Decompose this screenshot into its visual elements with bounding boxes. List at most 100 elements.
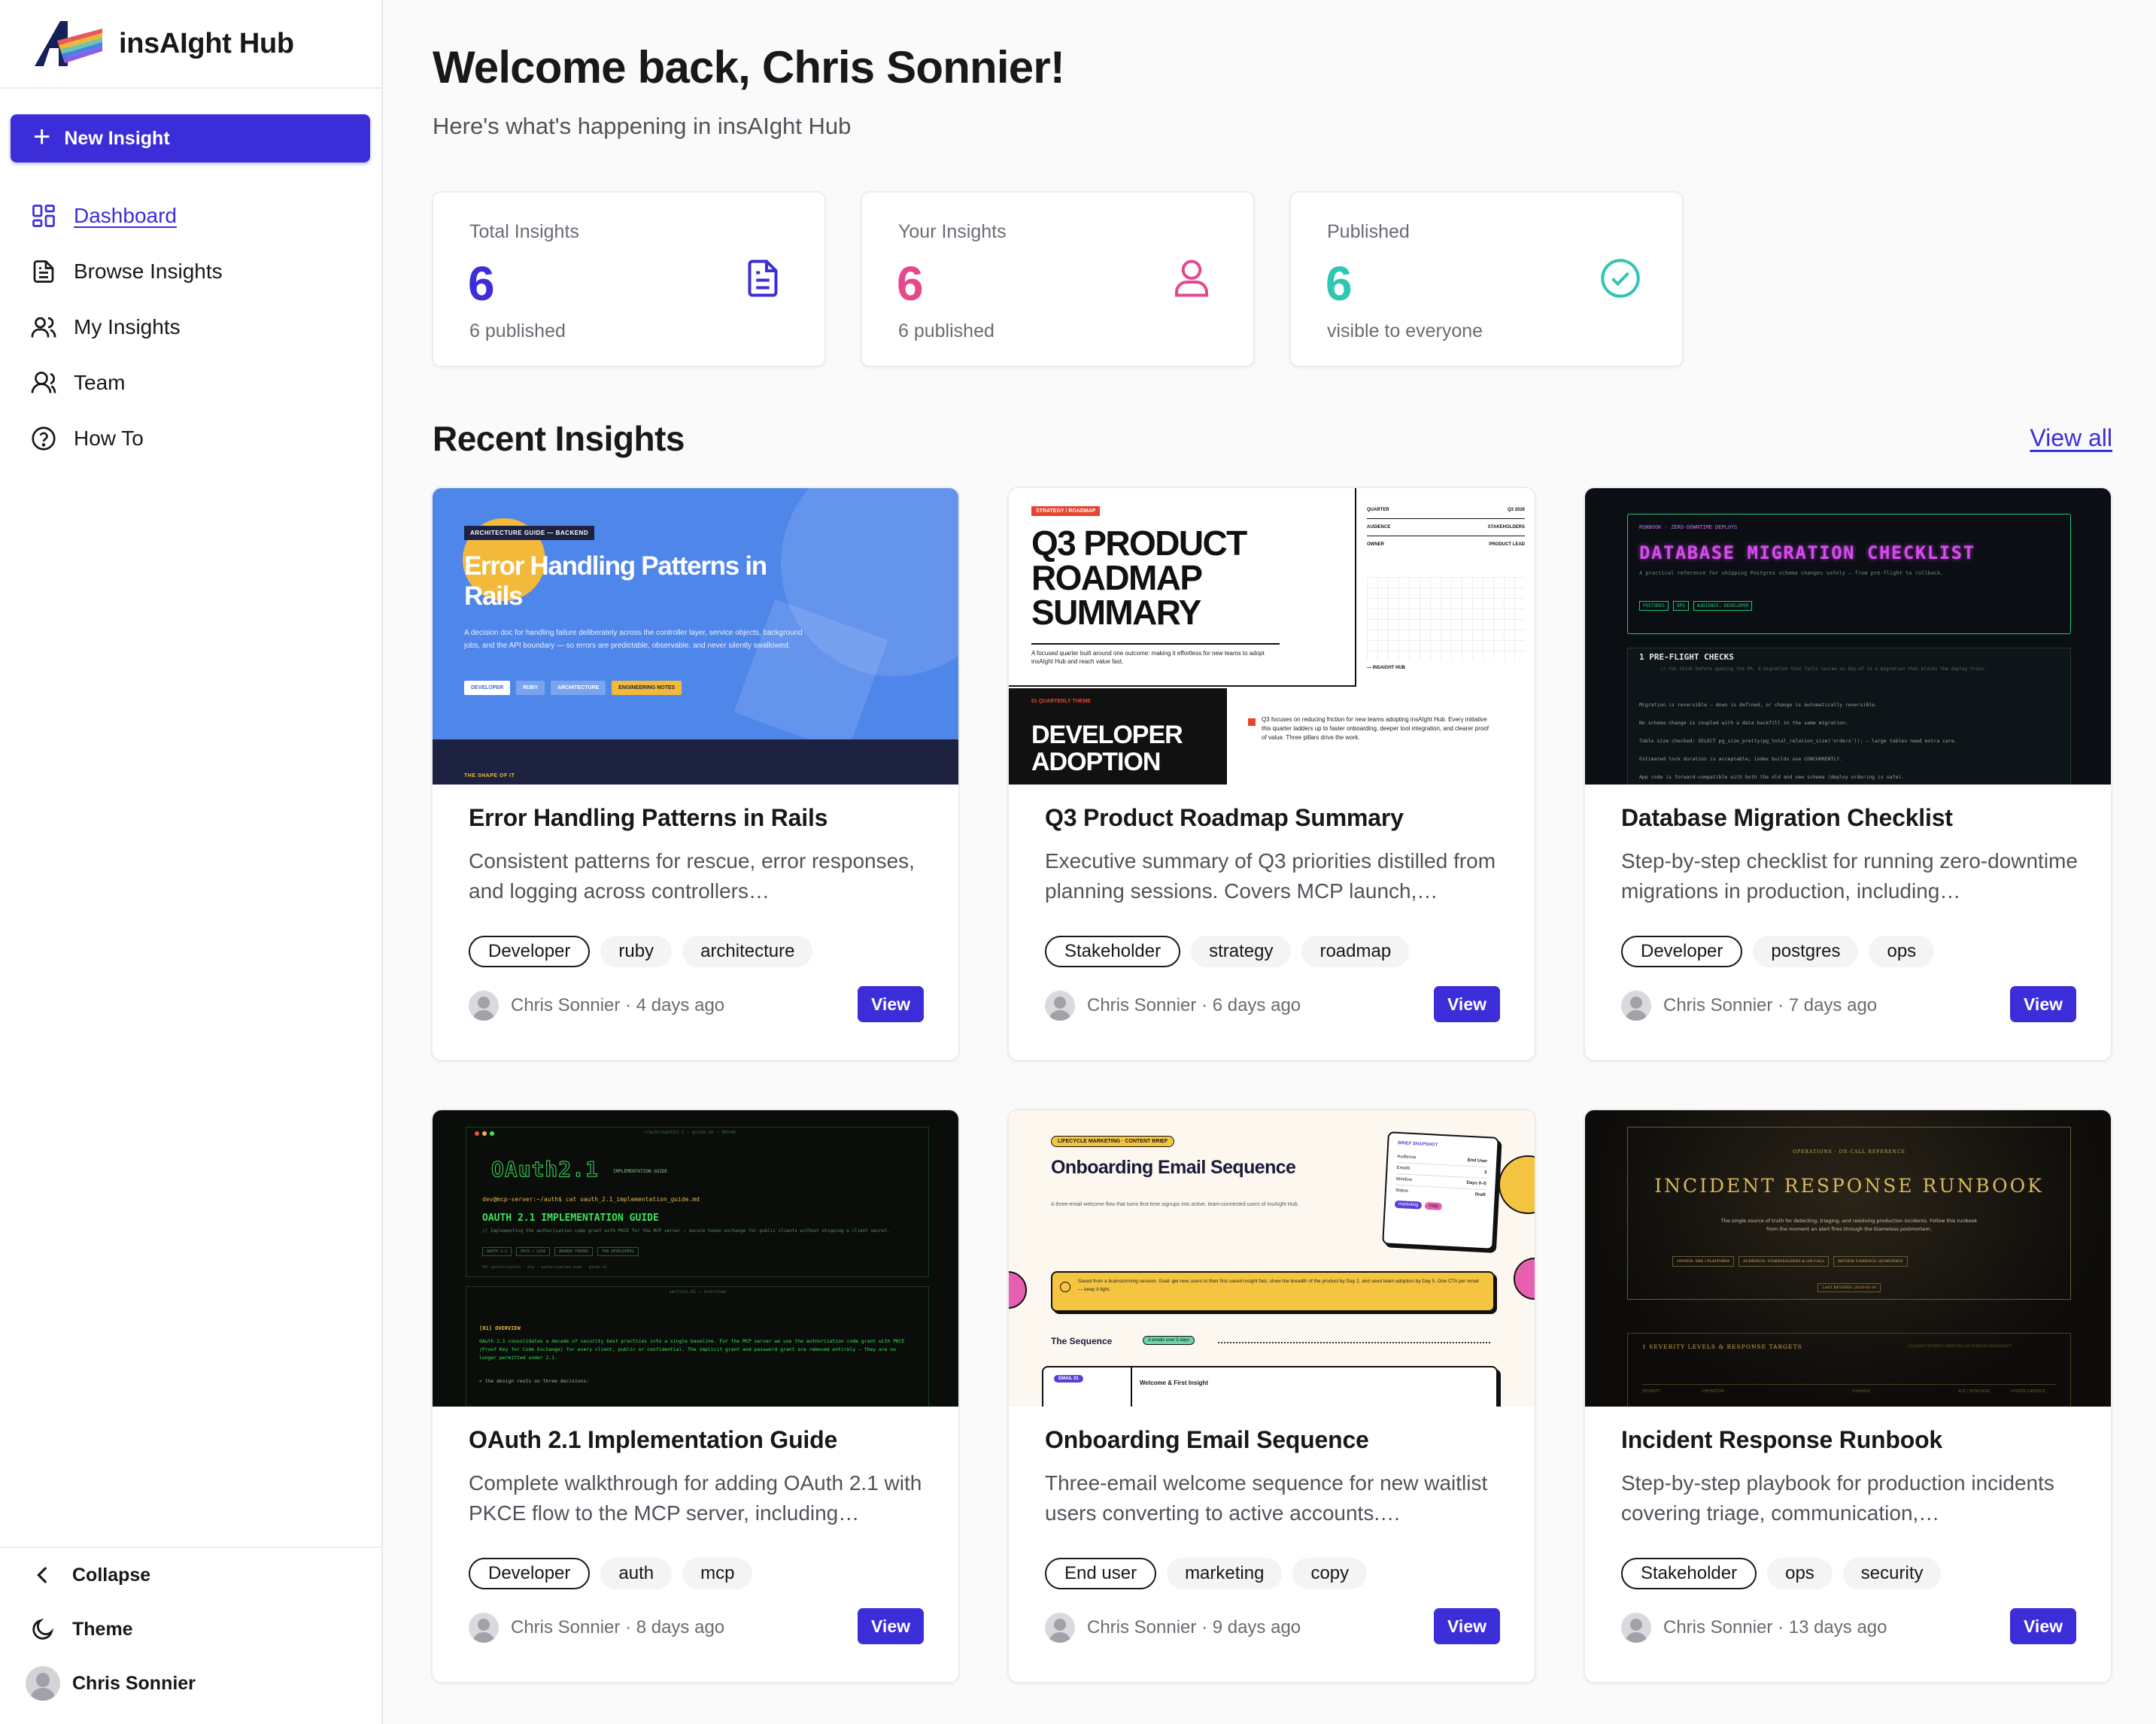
- insight-tags: Stakeholder strategy roadmap: [1045, 936, 1410, 967]
- insight-meta: Chris Sonnier · 13 days ago: [1621, 1613, 1887, 1643]
- tag[interactable]: postgres: [1753, 936, 1859, 967]
- thumb-panel-title: section.01 — overview: [669, 1289, 726, 1295]
- stat-value: 6: [468, 256, 495, 311]
- brand[interactable]: insAIght Hub: [0, 0, 381, 89]
- thumb-check-item: No schema change is coupled with a data …: [1639, 720, 1848, 726]
- user-menu-button[interactable]: Chris Sonnier: [0, 1656, 383, 1710]
- thumb-pill: AUDIENCE: DEVELOPER: [1693, 601, 1753, 611]
- tag[interactable]: ops: [1767, 1558, 1833, 1589]
- thumb-brief-key: Status: [1395, 1188, 1409, 1194]
- thumb-column: UPDATE CADENCE: [2011, 1389, 2045, 1394]
- insight-title[interactable]: Database Migration Checklist: [1621, 804, 1953, 832]
- thumb-overview-heading: [01] OVERVIEW: [479, 1325, 521, 1331]
- thumb-footer: THE SHAPE OF IT: [464, 773, 515, 779]
- thumb-check-item: App code is forward-compatible with both…: [1639, 774, 1905, 780]
- view-button[interactable]: View: [858, 986, 924, 1022]
- insight-title[interactable]: Incident Response Runbook: [1621, 1426, 1942, 1454]
- audience-tag[interactable]: Stakeholder: [1621, 1558, 1757, 1589]
- tag[interactable]: ops: [1869, 936, 1935, 967]
- thumb-pill: FOR DEVELOPERS: [597, 1247, 639, 1256]
- sidebar-item-label: Browse Insights: [74, 260, 223, 283]
- sidebar-item-team[interactable]: Team: [0, 355, 383, 411]
- tag[interactable]: strategy: [1191, 936, 1292, 967]
- thumb-title: INCIDENT RESPONSE RUNBOOK: [1654, 1175, 2044, 1197]
- tag[interactable]: ruby: [600, 936, 673, 967]
- thumb-brief-title: BRIEF SNAPSHOT: [1398, 1140, 1438, 1148]
- insight-card-incident-runbook[interactable]: OPERATIONS · ON-CALL REFERENCE INCIDENT …: [1584, 1109, 2112, 1683]
- thumb-side-footer: — INSAIGHT HUB: [1367, 666, 1405, 670]
- thumb-text: // Implementing the authorization code g…: [482, 1228, 890, 1234]
- collapse-label: Collapse: [72, 1564, 151, 1586]
- audience-tag[interactable]: Developer: [469, 1558, 591, 1589]
- thumb-prompt: > the design rests on three decisions:: [479, 1378, 590, 1384]
- audience-tag[interactable]: End user: [1045, 1558, 1157, 1589]
- author-avatar: [1045, 991, 1075, 1021]
- thumb-email-pill: EMAIL 01: [1054, 1375, 1083, 1383]
- insight-card-database-migration[interactable]: RUNBOOK · ZERO-DOWNTIME DEPLOYS DATABASE…: [1584, 487, 2112, 1061]
- thumb-pill: OPS: [1672, 601, 1689, 611]
- insight-description: Executive summary of Q3 priorities disti…: [1045, 849, 1496, 903]
- insight-tags: Stakeholder ops security: [1621, 1558, 1942, 1589]
- new-insight-button[interactable]: + New Insight: [11, 114, 370, 162]
- thumb-meta-table: QUARTER Q3 2026 AUDIENCE STAKEHOLDERS OWNE…: [1367, 505, 1525, 553]
- check-circle-icon: [1601, 259, 1640, 298]
- tag[interactable]: marketing: [1167, 1558, 1283, 1589]
- insight-title[interactable]: Onboarding Email Sequence: [1045, 1426, 1369, 1454]
- stat-label: Total Insights: [469, 221, 579, 242]
- theme-label: Theme: [72, 1618, 133, 1640]
- theme-button[interactable]: Theme: [0, 1602, 383, 1656]
- author-and-date: Chris Sonnier · 13 days ago: [1663, 1617, 1887, 1637]
- insight-card-onboarding-email[interactable]: LIFECYCLE MARKETING · CONTENT BRIEF Onbo…: [1007, 1109, 1536, 1683]
- sidebar-item-my-insights[interactable]: My Insights: [0, 299, 383, 355]
- author-and-date: Chris Sonnier · 9 days ago: [1087, 1617, 1301, 1637]
- thumb-sequence-label: The Sequence: [1051, 1336, 1113, 1346]
- insight-title[interactable]: Error Handling Patterns in Rails: [469, 804, 827, 832]
- insight-card-error-handling[interactable]: ARCHITECTURE GUIDE — BACKEND Error Handl…: [431, 487, 960, 1061]
- insight-card-oauth-guide[interactable]: ~/auth/oauth2.1 — guide.sh — 80×40 OAuth…: [431, 1109, 960, 1683]
- author-avatar: [469, 1613, 499, 1643]
- audience-tag[interactable]: Stakeholder: [1045, 936, 1181, 967]
- tag[interactable]: security: [1842, 1558, 1942, 1589]
- collapse-button[interactable]: Collapse: [0, 1548, 383, 1602]
- insight-card-q3-roadmap[interactable]: STRATEGY / ROADMAP Q3 PRODUCT ROADMAP SU…: [1007, 487, 1536, 1061]
- thumb-pill: AUDIENCE: STAKEHOLDERS & ON-CALL: [1738, 1256, 1830, 1267]
- insight-meta: Chris Sonnier · 7 days ago: [1621, 991, 1877, 1021]
- thumb-path: ~/auth/oauth2.1 — guide.sh — 80×40: [643, 1130, 736, 1135]
- view-button[interactable]: View: [1434, 986, 1500, 1022]
- thumb-eyebrow: ARCHITECTURE GUIDE — BACKEND: [464, 526, 595, 540]
- author-and-date: Chris Sonnier · 4 days ago: [511, 995, 725, 1015]
- plus-icon: +: [33, 120, 51, 153]
- tag[interactable]: copy: [1292, 1558, 1368, 1589]
- insight-title[interactable]: OAuth 2.1 Implementation Guide: [469, 1426, 837, 1454]
- thumb-column: SEVERITY: [1642, 1389, 1660, 1394]
- sidebar-footer: Collapse Theme Chris Sonnier: [0, 1546, 383, 1724]
- sidebar-item-dashboard[interactable]: Dashboard: [0, 188, 383, 244]
- thumb-text: A decision doc for handling failure deli…: [464, 629, 803, 650]
- recent-insights-heading: Recent Insights: [433, 419, 685, 458]
- author-avatar: [1621, 1613, 1651, 1643]
- thumb-theme-title: DEVELOPER ADOPTION: [1031, 721, 1183, 776]
- insight-thumbnail: STRATEGY / ROADMAP Q3 PRODUCT ROADMAP SU…: [1009, 488, 1535, 785]
- thumb-subtitle: IMPLEMENTATION GUIDE: [613, 1169, 668, 1174]
- tag[interactable]: roadmap: [1301, 936, 1410, 967]
- tag[interactable]: mcp: [682, 1558, 753, 1589]
- insight-thumbnail: OPERATIONS · ON-CALL REFERENCE INCIDENT …: [1585, 1110, 2111, 1407]
- view-all-link[interactable]: View all: [2030, 424, 2112, 452]
- view-button[interactable]: View: [2010, 986, 2076, 1022]
- audience-tag[interactable]: Developer: [1621, 936, 1743, 967]
- insight-tags: Developer ruby architecture: [469, 936, 813, 967]
- insight-tags: End user marketing copy: [1045, 1558, 1368, 1589]
- view-button[interactable]: View: [2010, 1608, 2076, 1644]
- tag[interactable]: auth: [600, 1558, 673, 1589]
- sidebar-nav: Dashboard Browse Insights My Insights Te…: [0, 188, 383, 466]
- view-button[interactable]: View: [858, 1608, 924, 1644]
- sidebar-item-how-to[interactable]: How To: [0, 411, 383, 466]
- view-button[interactable]: View: [1434, 1608, 1500, 1644]
- sidebar-item-browse-insights[interactable]: Browse Insights: [0, 244, 383, 299]
- tag[interactable]: architecture: [682, 936, 813, 967]
- audience-tag[interactable]: Developer: [469, 936, 591, 967]
- insight-title[interactable]: Q3 Product Roadmap Summary: [1045, 804, 1404, 832]
- thumb-title: OAuth2.1: [491, 1157, 599, 1182]
- stat-note: 6 published: [898, 320, 994, 341]
- thumb-brief-card: BRIEF SNAPSHOT Audience End User Emails 3 …: [1382, 1131, 1499, 1250]
